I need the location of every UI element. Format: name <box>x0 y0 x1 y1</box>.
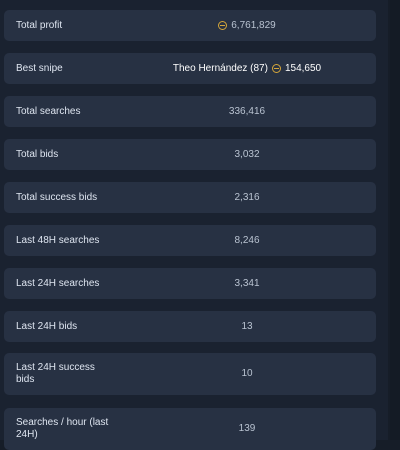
stat-label: Total bids <box>16 148 59 160</box>
stat-row-last-24h-searches: Last 24H searches 3,341 <box>4 268 376 299</box>
coin-icon <box>218 21 228 30</box>
stat-row-total-searches: Total searches 336,416 <box>4 96 376 127</box>
stat-row-total-bids: Total bids 3,032 <box>4 139 376 170</box>
stat-row-last-24h-success-bids: Last 24H success bids 10 <box>4 353 376 395</box>
stat-value: 2,316 <box>234 191 260 203</box>
stat-row-total-success-bids: Total success bids 2,316 <box>4 182 376 213</box>
stat-label: Last 24H searches <box>16 277 100 289</box>
stat-label: Best snipe <box>16 62 63 74</box>
stat-value: 336,416 <box>228 105 266 117</box>
stat-value: 10 <box>241 368 253 379</box>
stat-value: 139 <box>238 423 256 434</box>
stat-row-last-48h-searches: Last 48H searches 8,246 <box>4 225 376 256</box>
stat-label: Total success bids <box>16 191 98 203</box>
stat-value-text: 154,650 <box>284 62 322 74</box>
stat-label: Last 24H success bids <box>16 362 95 385</box>
player-name: Theo Hernández (87) <box>172 62 268 74</box>
stat-value: 13 <box>241 320 253 332</box>
stat-value: 3,341 <box>234 277 260 289</box>
stat-label: Last 48H searches <box>16 234 100 246</box>
stat-row-best-snipe: Best snipe Theo Hernández (87) 154,650 <box>4 53 376 84</box>
stat-label: Searches / hour (last 24H) <box>16 417 109 440</box>
coin-icon <box>271 64 281 73</box>
stat-value: 3,032 <box>234 148 260 160</box>
stat-value-text: 6,761,829 <box>231 19 276 31</box>
stat-label: Total profit <box>16 19 63 31</box>
stat-value: 8,246 <box>234 234 260 246</box>
stat-label: Last 24H bids <box>16 320 78 332</box>
stat-label: Total searches <box>16 105 81 117</box>
stat-value: Theo Hernández (87) 154,650 <box>134 63 360 75</box>
stat-row-total-profit: Total profit 6,761,829 <box>4 10 376 41</box>
stats-panel: Total profit 6,761,829 Best snipe Theo H… <box>0 0 388 450</box>
stat-value: 6,761,829 <box>134 20 360 32</box>
scrollbar[interactable] <box>390 0 400 440</box>
stat-row-searches-per-hour: Searches / hour (last 24H) 139 <box>4 408 376 450</box>
stat-row-last-24h-bids: Last 24H bids 13 <box>4 311 376 342</box>
